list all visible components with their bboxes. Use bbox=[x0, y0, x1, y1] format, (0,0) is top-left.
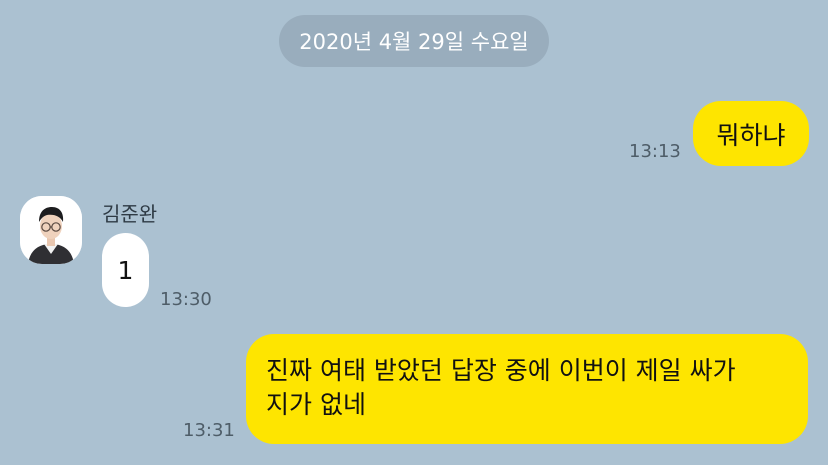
avatar[interactable] bbox=[20, 196, 82, 264]
my-message-bubble[interactable]: 진짜 여태 받았던 답장 중에 이번이 제일 싸가 지가 없네 bbox=[246, 334, 808, 444]
message-text-line: 지가 없네 bbox=[266, 390, 366, 419]
my-message-bubble[interactable]: 뭐하냐 bbox=[693, 101, 809, 166]
message-text: 뭐하냐 bbox=[716, 120, 786, 150]
message-text-line: 진짜 여태 받았던 답장 중에 이번이 제일 싸가 bbox=[266, 356, 736, 385]
message-text: 1 bbox=[117, 255, 134, 285]
date-divider: 2020년 4월 29일 수요일 bbox=[279, 15, 549, 67]
their-message-bubble[interactable]: 1 bbox=[102, 233, 149, 307]
profile-photo-icon bbox=[20, 196, 82, 264]
message-time: 13:13 bbox=[629, 141, 681, 162]
message-time: 13:31 bbox=[183, 420, 235, 441]
message-time: 13:30 bbox=[160, 289, 212, 310]
sender-name: 김준완 bbox=[102, 202, 158, 226]
